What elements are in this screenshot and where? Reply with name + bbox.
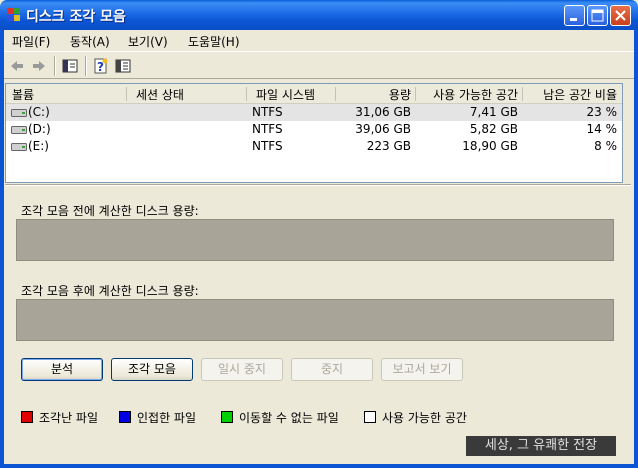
file-system: NTFS [252, 139, 283, 153]
legend-label: 인접한 파일 [137, 411, 197, 425]
close-button[interactable] [610, 5, 631, 26]
maximize-icon [591, 9, 604, 22]
toolbar-separator [85, 56, 87, 76]
capacity: 223 GB [366, 139, 411, 153]
table-row[interactable]: (C:) NTFS 31,06 GB 7,41 GB 23 % [6, 104, 622, 121]
defragment-button[interactable]: 조각 모음 [111, 358, 193, 381]
free-space: 5,82 GB [469, 122, 518, 136]
col-free-header[interactable]: 사용 가능한 공간 [416, 86, 518, 103]
col-capacity-header[interactable]: 용량 [336, 86, 411, 103]
after-defrag-display [16, 299, 614, 341]
fragmented-swatch-icon [21, 411, 33, 423]
free-space-swatch-icon [364, 411, 376, 423]
unmovable-swatch-icon [221, 411, 233, 423]
hard-drive-icon [11, 126, 27, 134]
capacity: 31,06 GB [355, 105, 411, 119]
free-percent: 14 % [586, 122, 618, 136]
table-row[interactable]: (E:) NTFS 223 GB 18,90 GB 8 % [6, 138, 622, 155]
legend-contiguous: 인접한 파일 [119, 409, 196, 426]
legend-fragmented: 조각난 파일 [21, 409, 98, 426]
splitter[interactable] [5, 184, 631, 186]
col-volume-header[interactable]: 볼륨 [12, 86, 34, 103]
legend-label: 사용 가능한 공간 [382, 411, 467, 425]
menu-help[interactable]: 도움말(H) [188, 33, 240, 50]
column-divider[interactable] [126, 87, 127, 101]
file-system: NTFS [252, 105, 283, 119]
volume-name: (D:) [28, 122, 51, 136]
col-session-header[interactable]: 세션 상태 [136, 86, 184, 103]
console-tree-icon[interactable] [61, 57, 79, 75]
properties-icon[interactable] [114, 57, 132, 75]
hard-drive-icon [11, 143, 27, 151]
watermark: 세상, 그 유쾌한 전장 [466, 436, 616, 456]
capacity: 39,06 GB [355, 122, 411, 136]
free-space: 7,41 GB [469, 105, 518, 119]
before-defrag-display [16, 219, 614, 261]
volume-list[interactable]: 볼륨 세션 상태 파일 시스템 용량 사용 가능한 공간 남은 공간 비율 (C… [5, 83, 623, 183]
free-percent: 23 % [586, 105, 618, 119]
col-fs-header[interactable]: 파일 시스템 [256, 86, 315, 103]
menu-file[interactable]: 파일(F) [12, 33, 50, 50]
col-pct-header[interactable]: 남은 공간 비율 [523, 86, 617, 103]
legend-unmovable: 이동할 수 없는 파일 [221, 409, 339, 426]
legend-label: 조각난 파일 [39, 411, 99, 425]
maximize-button[interactable] [587, 5, 608, 26]
back-arrow-icon[interactable] [8, 57, 26, 75]
help-icon[interactable]: ? [92, 57, 110, 75]
volume-name: (E:) [28, 139, 49, 153]
after-defrag-label: 조각 모음 후에 계산한 디스크 용량: [21, 284, 199, 298]
toolbar-separator [54, 56, 56, 76]
minimize-button[interactable] [564, 5, 585, 26]
free-space: 18,90 GB [462, 139, 518, 153]
minimize-icon [570, 18, 577, 21]
forward-arrow-icon[interactable] [30, 57, 48, 75]
legend-label: 이동할 수 없는 파일 [239, 411, 339, 425]
pause-button[interactable]: 일시 중지 [201, 358, 283, 381]
stop-button[interactable]: 중지 [291, 358, 373, 381]
volume-name: (C:) [28, 105, 50, 119]
defrag-app-icon [7, 8, 20, 21]
analyze-button[interactable]: 분석 [21, 358, 103, 381]
list-header: 볼륨 세션 상태 파일 시스템 용량 사용 가능한 공간 남은 공간 비율 [6, 84, 622, 104]
title-bar: 디스크 조각 모음 [0, 0, 638, 30]
column-divider[interactable] [246, 87, 247, 101]
legend-free-space: 사용 가능한 공간 [364, 409, 467, 426]
free-percent: 8 % [594, 139, 617, 153]
table-row[interactable]: (D:) NTFS 39,06 GB 5,82 GB 14 % [6, 121, 622, 138]
toolbar: ? [4, 51, 634, 79]
menu-action[interactable]: 동작(A) [70, 33, 110, 50]
menu-bar: 파일(F) 동작(A) 보기(V) 도움말(H) [4, 30, 634, 51]
before-defrag-label: 조각 모음 전에 계산한 디스크 용량: [21, 204, 199, 218]
window-title: 디스크 조각 모음 [26, 9, 126, 25]
close-icon [615, 10, 626, 21]
menu-view[interactable]: 보기(V) [128, 33, 168, 50]
hard-drive-icon [11, 109, 27, 117]
view-report-button[interactable]: 보고서 보기 [381, 358, 463, 381]
file-system: NTFS [252, 122, 283, 136]
contiguous-swatch-icon [119, 411, 131, 423]
